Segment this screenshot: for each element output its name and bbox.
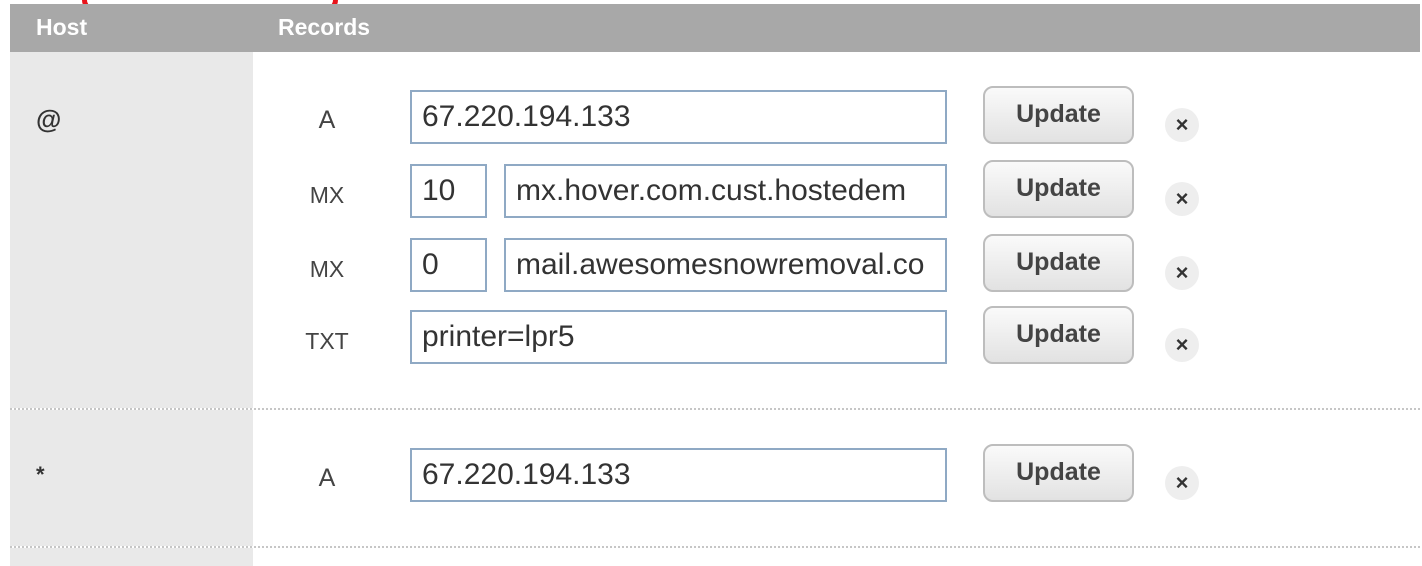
record-type-label: MX [309,256,345,282]
record-type-label: MX [309,182,345,208]
record-value-input[interactable]: mx.hover.com.cust.hostedem [504,164,947,218]
record-row: MX 10 mx.hover.com.cust.hostedem Update … [253,160,1413,222]
delete-icon[interactable]: × [1165,256,1199,290]
host-name: @ [36,104,62,134]
update-button[interactable]: Update [983,444,1134,502]
record-value-input[interactable]: 67.220.194.133 [410,448,947,502]
host-group-partial [10,548,1420,566]
record-row: A 67.220.194.133 Update × [253,444,1413,506]
update-button[interactable]: Update [983,306,1134,364]
host-group: @ A 67.220.194.133 Update × MX 10 mx.hov… [10,52,1420,408]
host-cell [10,548,253,566]
priority-input[interactable]: 0 [410,238,487,292]
delete-icon[interactable]: × [1165,108,1199,142]
delete-icon[interactable]: × [1165,328,1199,362]
column-header-records: Records [278,14,371,40]
record-row: MX 0 mail.awesomesnowremoval.co Update × [253,234,1413,296]
record-type-label: A [318,464,336,492]
column-header-host: Host [36,14,88,40]
host-group: * A 67.220.194.133 Update × [10,410,1420,546]
host-cell: * [10,410,253,546]
update-button[interactable]: Update [983,234,1134,292]
table-header: Host Records [10,4,1420,52]
host-cell: @ [10,52,253,408]
delete-icon[interactable]: × [1165,466,1199,500]
update-button[interactable]: Update [983,86,1134,144]
delete-icon[interactable]: × [1165,182,1199,216]
record-row: TXT printer=lpr5 Update × [253,306,1413,368]
record-type-label: TXT [305,328,349,354]
record-type-label: A [318,106,336,134]
update-button[interactable]: Update [983,160,1134,218]
record-value-input[interactable]: mail.awesomesnowremoval.co [504,238,947,292]
host-name: * [36,462,45,487]
dns-records-panel: Host Records @ A 67.220.194.133 Update ×… [0,0,1422,566]
record-value-input[interactable]: printer=lpr5 [410,310,947,364]
record-value-input[interactable]: 67.220.194.133 [410,90,947,144]
record-row: A 67.220.194.133 Update × [253,86,1413,148]
priority-input[interactable]: 10 [410,164,487,218]
